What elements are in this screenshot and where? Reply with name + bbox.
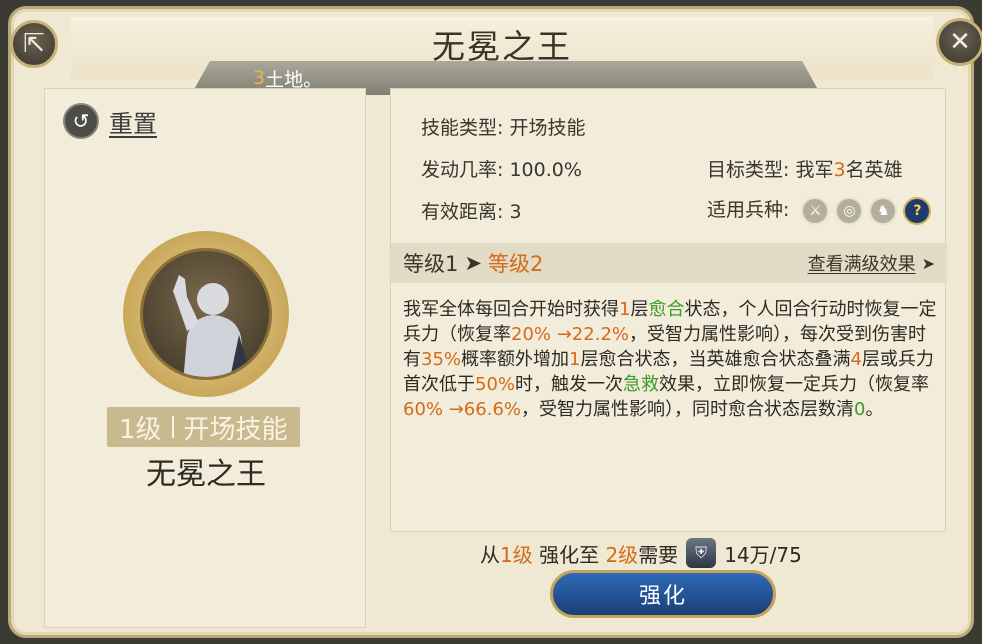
skill-info-pane: 技能类型: 开场技能 发动几率: 100.0% 目标类型: 我军3名英雄 有效距… xyxy=(390,88,947,532)
view-full-label: 查看满级效果 xyxy=(807,254,916,275)
close-icon: ✕ xyxy=(949,27,971,57)
strengthen-button[interactable]: 强化 xyxy=(550,570,776,618)
upgrade-cost: 14万/75 xyxy=(724,542,802,567)
level-from: 等级1 xyxy=(403,252,459,276)
trigger-rate-label: 发动几率: xyxy=(421,159,504,181)
target-icon[interactable]: ◎ xyxy=(835,196,864,225)
tag-divider xyxy=(171,416,174,438)
skill-name: 无冕之王 xyxy=(146,457,266,492)
chevron-right-icon: ➤ xyxy=(464,251,482,275)
close-button[interactable]: ✕ xyxy=(936,18,982,66)
view-full-level-link[interactable]: 查看满级效果 ➤ xyxy=(808,250,935,276)
troop-type-label: 适用兵种: xyxy=(707,199,790,221)
horse-icon[interactable]: ♞ xyxy=(869,196,898,225)
target-type-label: 目标类型: xyxy=(707,159,790,181)
skill-type-label: 技能类型: xyxy=(421,117,504,139)
skill-type-tag: 开场技能 xyxy=(183,414,288,445)
troop-type-row: 适用兵种: ⚔ ◎ ♞ ? xyxy=(707,195,932,225)
skill-level-tag: 1级 开场技能 xyxy=(107,407,300,447)
trigger-rate-row: 发动几率: 100.0% xyxy=(421,155,582,182)
range-label: 有效距离: xyxy=(421,201,504,223)
skill-portrait-frame xyxy=(123,231,289,397)
target-type-row: 目标类型: 我军3名英雄 xyxy=(707,155,903,182)
question-icon[interactable]: ? xyxy=(903,196,932,225)
level-to: 等级2 xyxy=(487,252,544,276)
troop-icons: ⚔ ◎ ♞ ? xyxy=(801,196,932,225)
page-title: 无冕之王 xyxy=(432,27,572,66)
target-type-post: 名英雄 xyxy=(845,159,903,181)
reset-button[interactable]: ↺ 重置 xyxy=(63,103,157,139)
helmet-icon: ⛨ xyxy=(686,538,717,568)
skill-portrait-pane: ↺ 重置 1级 开场技能 无冕之王 xyxy=(44,88,366,628)
level-bar: 等级1 ➤ 等级2 查看满级效果 ➤ xyxy=(391,243,947,283)
range-row: 有效距离: 3 xyxy=(421,197,522,224)
trigger-rate-value: 100.0% xyxy=(509,159,582,181)
skill-description: 我军全体每回合开始时获得1层愈合状态，个人回合行动时恢复一定兵力（恢复率20% … xyxy=(403,299,937,420)
reset-icon: ↺ xyxy=(63,103,99,139)
sword-icon[interactable]: ⚔ xyxy=(801,196,830,225)
hero-silhouette-icon xyxy=(173,275,252,377)
sub-banner-prefix: 3 xyxy=(253,67,266,89)
upgrade-cost-line: 从1级 强化至 2级需要 ⛨ 14万/75 xyxy=(480,538,802,568)
reset-label: 重置 xyxy=(109,109,157,138)
share-icon: ⇱ xyxy=(23,29,45,59)
range-value: 3 xyxy=(509,201,522,223)
target-type-pre: 我军 xyxy=(795,159,834,181)
skill-level: 1级 xyxy=(119,414,162,445)
skill-type-row: 技能类型: 开场技能 xyxy=(421,113,585,140)
skill-type-value: 开场技能 xyxy=(509,117,586,139)
level-progress: 等级1 ➤ 等级2 xyxy=(403,248,543,278)
share-button[interactable]: ⇱ xyxy=(10,20,58,68)
strengthen-label: 强化 xyxy=(638,584,687,609)
target-type-count: 3 xyxy=(833,159,846,181)
skill-portrait xyxy=(140,248,272,380)
chevron-right-icon: ➤ xyxy=(921,253,935,273)
